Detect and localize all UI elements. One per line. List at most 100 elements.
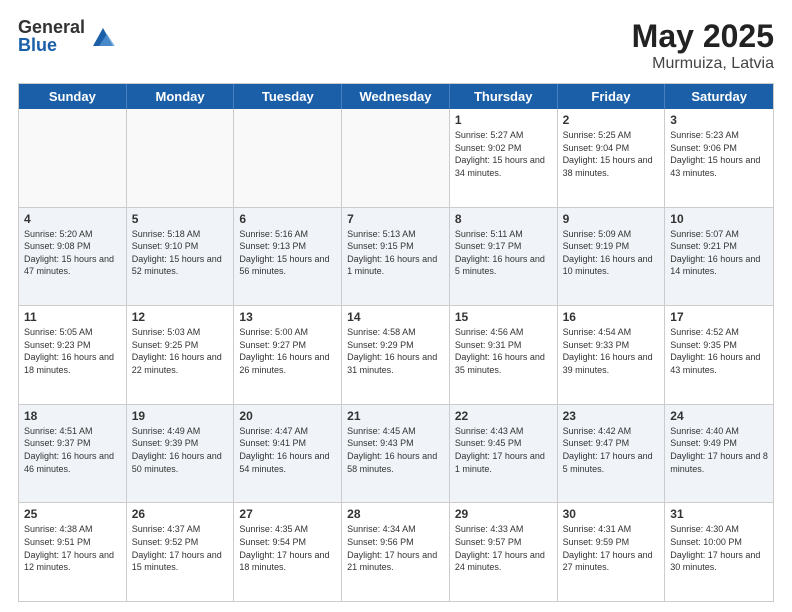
- day-info: Sunrise: 4:54 AM Sunset: 9:33 PM Dayligh…: [563, 326, 660, 376]
- day-number: 25: [24, 507, 121, 521]
- calendar-cell: 1 Sunrise: 5:27 AM Sunset: 9:02 PM Daylig…: [450, 109, 558, 207]
- day-number: 8: [455, 212, 552, 226]
- day-number: 9: [563, 212, 660, 226]
- day-number: 1: [455, 113, 552, 127]
- day-info: Sunrise: 5:16 AM Sunset: 9:13 PM Dayligh…: [239, 228, 336, 278]
- day-number: 31: [670, 507, 768, 521]
- day-number: 27: [239, 507, 336, 521]
- day-number: 5: [132, 212, 229, 226]
- calendar-cell: 23Sunrise: 4:42 AM Sunset: 9:47 PM Dayli…: [558, 405, 666, 503]
- logo-icon: [89, 22, 117, 50]
- calendar-cell: 7 Sunrise: 5:13 AM Sunset: 9:15 PM Daylig…: [342, 208, 450, 306]
- day-number: 11: [24, 310, 121, 324]
- calendar-cell: [127, 109, 235, 207]
- day-info: Sunrise: 4:34 AM Sunset: 9:56 PM Dayligh…: [347, 523, 444, 573]
- day-info: Sunrise: 4:52 AM Sunset: 9:35 PM Dayligh…: [670, 326, 768, 376]
- calendar-cell: [342, 109, 450, 207]
- day-number: 12: [132, 310, 229, 324]
- day-info: Sunrise: 5:11 AM Sunset: 9:17 PM Dayligh…: [455, 228, 552, 278]
- day-info: Sunrise: 4:33 AM Sunset: 9:57 PM Dayligh…: [455, 523, 552, 573]
- calendar-cell: [19, 109, 127, 207]
- day-number: 16: [563, 310, 660, 324]
- calendar-body: 1 Sunrise: 5:27 AM Sunset: 9:02 PM Daylig…: [19, 109, 773, 601]
- header-wednesday: Wednesday: [342, 84, 450, 109]
- calendar-cell: 24 Sunrise: 4:40 AM Sunset: 9:49 PM Dayli…: [665, 405, 773, 503]
- header-tuesday: Tuesday: [234, 84, 342, 109]
- calendar-cell: 3Sunrise: 5:23 AM Sunset: 9:06 PM Daylig…: [665, 109, 773, 207]
- header-friday: Friday: [558, 84, 666, 109]
- day-number: 28: [347, 507, 444, 521]
- calendar-cell: [234, 109, 342, 207]
- day-info: Sunrise: 4:43 AM Sunset: 9:45 PM Dayligh…: [455, 425, 552, 475]
- day-info: Sunrise: 5:25 AM Sunset: 9:04 PM Dayligh…: [563, 129, 660, 179]
- calendar-cell: 6 Sunrise: 5:16 AM Sunset: 9:13 PM Daylig…: [234, 208, 342, 306]
- day-number: 14: [347, 310, 444, 324]
- calendar-cell: 9 Sunrise: 5:09 AM Sunset: 9:19 PM Daylig…: [558, 208, 666, 306]
- day-info: Sunrise: 4:30 AM Sunset: 10:00 PM Daylig…: [670, 523, 768, 573]
- calendar-cell: 28 Sunrise: 4:34 AM Sunset: 9:56 PM Dayli…: [342, 503, 450, 601]
- calendar-cell: 17 Sunrise: 4:52 AM Sunset: 9:35 PM Dayli…: [665, 306, 773, 404]
- title-block: May 2025 Murmuiza, Latvia: [632, 18, 774, 73]
- day-number: 3: [670, 113, 768, 127]
- day-number: 15: [455, 310, 552, 324]
- calendar-row: 18Sunrise: 4:51 AM Sunset: 9:37 PM Dayli…: [19, 405, 773, 504]
- day-info: Sunrise: 4:56 AM Sunset: 9:31 PM Dayligh…: [455, 326, 552, 376]
- day-info: Sunrise: 4:38 AM Sunset: 9:51 PM Dayligh…: [24, 523, 121, 573]
- day-info: Sunrise: 5:07 AM Sunset: 9:21 PM Dayligh…: [670, 228, 768, 278]
- day-number: 4: [24, 212, 121, 226]
- calendar-cell: 26Sunrise: 4:37 AM Sunset: 9:52 PM Dayli…: [127, 503, 235, 601]
- day-number: 30: [563, 507, 660, 521]
- title-month: May 2025: [632, 18, 774, 55]
- day-number: 20: [239, 409, 336, 423]
- calendar-row: 11Sunrise: 5:05 AM Sunset: 9:23 PM Dayli…: [19, 306, 773, 405]
- calendar-cell: 16 Sunrise: 4:54 AM Sunset: 9:33 PM Dayli…: [558, 306, 666, 404]
- day-number: 23: [563, 409, 660, 423]
- day-info: Sunrise: 4:31 AM Sunset: 9:59 PM Dayligh…: [563, 523, 660, 573]
- calendar-cell: 18Sunrise: 4:51 AM Sunset: 9:37 PM Dayli…: [19, 405, 127, 503]
- header-monday: Monday: [127, 84, 235, 109]
- calendar-cell: 8 Sunrise: 5:11 AM Sunset: 9:17 PM Daylig…: [450, 208, 558, 306]
- day-number: 19: [132, 409, 229, 423]
- logo-text: General Blue: [18, 18, 85, 54]
- day-info: Sunrise: 5:13 AM Sunset: 9:15 PM Dayligh…: [347, 228, 444, 278]
- day-number: 7: [347, 212, 444, 226]
- calendar-cell: 20 Sunrise: 4:47 AM Sunset: 9:41 PM Dayli…: [234, 405, 342, 503]
- day-number: 21: [347, 409, 444, 423]
- day-number: 18: [24, 409, 121, 423]
- day-info: Sunrise: 4:49 AM Sunset: 9:39 PM Dayligh…: [132, 425, 229, 475]
- calendar-cell: 25 Sunrise: 4:38 AM Sunset: 9:51 PM Dayli…: [19, 503, 127, 601]
- calendar-cell: 10Sunrise: 5:07 AM Sunset: 9:21 PM Dayli…: [665, 208, 773, 306]
- day-info: Sunrise: 5:27 AM Sunset: 9:02 PM Dayligh…: [455, 129, 552, 179]
- day-info: Sunrise: 4:37 AM Sunset: 9:52 PM Dayligh…: [132, 523, 229, 573]
- title-location: Murmuiza, Latvia: [632, 55, 774, 73]
- day-number: 29: [455, 507, 552, 521]
- day-info: Sunrise: 5:03 AM Sunset: 9:25 PM Dayligh…: [132, 326, 229, 376]
- calendar: Sunday Monday Tuesday Wednesday Thursday…: [18, 83, 774, 602]
- day-info: Sunrise: 4:47 AM Sunset: 9:41 PM Dayligh…: [239, 425, 336, 475]
- day-number: 24: [670, 409, 768, 423]
- calendar-cell: 31 Sunrise: 4:30 AM Sunset: 10:00 PM Dayl…: [665, 503, 773, 601]
- logo-general: General: [18, 18, 85, 36]
- calendar-cell: 27Sunrise: 4:35 AM Sunset: 9:54 PM Dayli…: [234, 503, 342, 601]
- day-number: 17: [670, 310, 768, 324]
- calendar-cell: 19 Sunrise: 4:49 AM Sunset: 9:39 PM Dayli…: [127, 405, 235, 503]
- calendar-cell: 21Sunrise: 4:45 AM Sunset: 9:43 PM Dayli…: [342, 405, 450, 503]
- calendar-cell: 5 Sunrise: 5:18 AM Sunset: 9:10 PM Daylig…: [127, 208, 235, 306]
- calendar-cell: 4Sunrise: 5:20 AM Sunset: 9:08 PM Daylig…: [19, 208, 127, 306]
- calendar-cell: 30 Sunrise: 4:31 AM Sunset: 9:59 PM Dayli…: [558, 503, 666, 601]
- header: General Blue May 2025 Murmuiza, Latvia: [18, 18, 774, 73]
- calendar-cell: 15 Sunrise: 4:56 AM Sunset: 9:31 PM Dayli…: [450, 306, 558, 404]
- calendar-cell: 13Sunrise: 5:00 AM Sunset: 9:27 PM Dayli…: [234, 306, 342, 404]
- calendar-cell: 29 Sunrise: 4:33 AM Sunset: 9:57 PM Dayli…: [450, 503, 558, 601]
- day-info: Sunrise: 4:40 AM Sunset: 9:49 PM Dayligh…: [670, 425, 768, 475]
- calendar-row: 25 Sunrise: 4:38 AM Sunset: 9:51 PM Dayli…: [19, 503, 773, 601]
- day-info: Sunrise: 5:00 AM Sunset: 9:27 PM Dayligh…: [239, 326, 336, 376]
- page: General Blue May 2025 Murmuiza, Latvia S…: [0, 0, 792, 612]
- logo-blue: Blue: [18, 36, 85, 54]
- calendar-cell: 14Sunrise: 4:58 AM Sunset: 9:29 PM Dayli…: [342, 306, 450, 404]
- header-sunday: Sunday: [19, 84, 127, 109]
- day-info: Sunrise: 5:09 AM Sunset: 9:19 PM Dayligh…: [563, 228, 660, 278]
- day-number: 6: [239, 212, 336, 226]
- header-saturday: Saturday: [665, 84, 773, 109]
- day-info: Sunrise: 5:18 AM Sunset: 9:10 PM Dayligh…: [132, 228, 229, 278]
